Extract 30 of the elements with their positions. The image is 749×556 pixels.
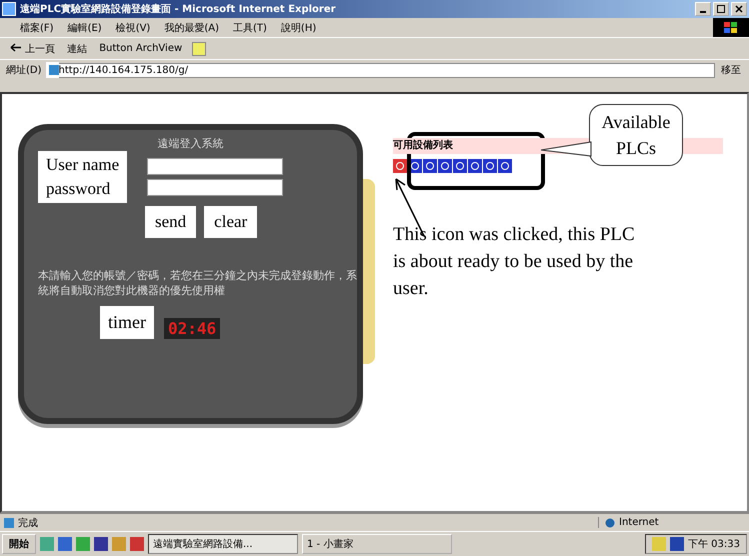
taskbar-button[interactable]: 1 - 小畫家 — [302, 534, 452, 554]
callout-bubble: Available PLCs — [589, 104, 683, 166]
addon-button[interactable]: Button ArchView — [97, 43, 184, 54]
form-button[interactable]: clear — [204, 206, 258, 238]
username-label: User name — [46, 154, 120, 176]
login-title: 遠端登入系統 — [156, 136, 224, 151]
login-notice: 本請輸入您的帳號／密碼，若您在三分鐘之內未完成登錄動作，系統將自動取消您對此機器的優先使用權 — [38, 268, 358, 298]
menu-item[interactable]: 我的最愛(A) — [164, 20, 219, 34]
links-button[interactable]: 連結 — [65, 42, 90, 56]
timer-label: timer — [100, 306, 154, 339]
menu-item[interactable]: 檔案(F) — [20, 20, 54, 34]
window-title: 遠端PLC實驗室網路設備登錄畫面 - Microsoft Internet Explorer — [20, 2, 337, 16]
menu-item[interactable]: 工具(T) — [233, 20, 267, 34]
taskbar-button[interactable]: 遠端實驗室網路設備... — [148, 534, 298, 554]
menu-item[interactable]: 編輯(E) — [68, 20, 102, 34]
plc-list-title: 可用設備列表 — [393, 140, 453, 151]
menu-item[interactable]: 檢視(V) — [116, 20, 150, 34]
address-label: 網址(D) — [6, 64, 42, 77]
status-text: 完成 — [18, 516, 39, 530]
zone-indicator: Internet — [598, 517, 745, 528]
back-button[interactable]: 上一頁 — [8, 42, 58, 56]
form-button[interactable]: send — [145, 206, 196, 238]
go-button[interactable]: 移至 — [719, 63, 743, 77]
annotation-note: This icon was clicked, this PLC is about ready to be used by the user. — [393, 223, 636, 301]
menu-item[interactable]: 說明(H) — [280, 20, 316, 34]
start-button[interactable]: 開始 — [2, 534, 36, 554]
password-label: password — [46, 178, 112, 200]
countdown-timer: 02:46 — [164, 318, 220, 339]
address-field[interactable]: http://140.164.175.180/g/ — [58, 62, 715, 78]
clock: 下午 03:33 — [688, 538, 740, 551]
